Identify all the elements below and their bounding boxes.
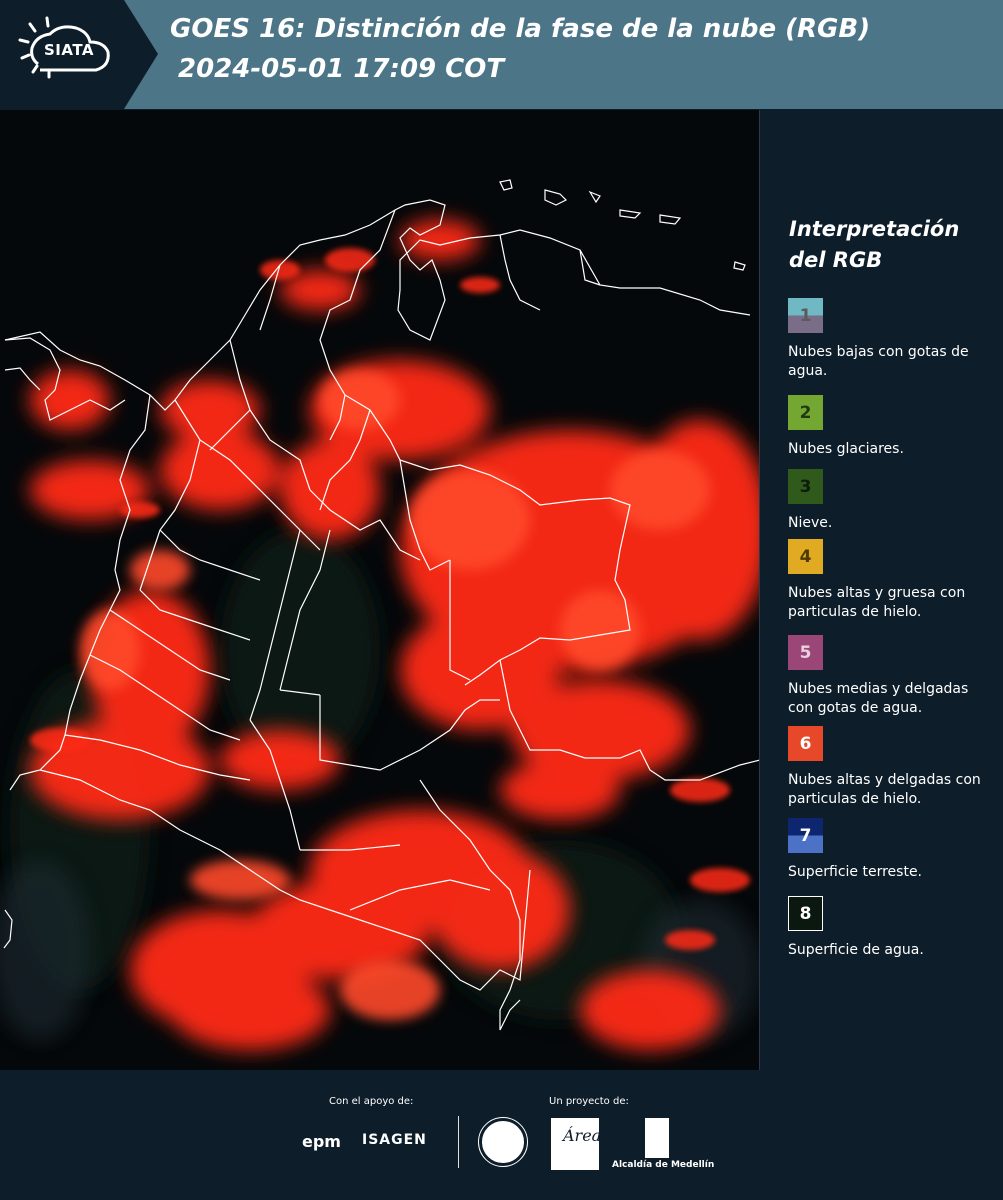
legend-label-4: Nubes altas y gruesa con particulas de h… — [788, 585, 966, 620]
satellite-image — [0, 110, 759, 1070]
legend-label-2: Nubes glaciares. — [788, 441, 904, 457]
legend-label-6: Nubes altas y delgadas con particulas de… — [788, 772, 981, 807]
support-label: Con el apoyo de: — [329, 1096, 414, 1107]
page-title: GOES 16: Distinción de la fase de la nub… — [170, 14, 871, 44]
legend-label-7: Superficie terreste. — [788, 864, 923, 880]
legend-label-1: Nubes bajas con gotas de agua. — [788, 344, 969, 379]
epm-logo: epm — [302, 1132, 341, 1151]
legend-title: Interpretación del RGB — [789, 217, 960, 272]
legend-swatch-8: 8 — [788, 896, 823, 931]
seal-logo — [478, 1117, 528, 1167]
project-label: Un proyecto de: — [549, 1096, 629, 1107]
legend-swatch-1: 1 — [788, 298, 823, 333]
footer-divider — [458, 1116, 459, 1168]
legend-label-5: Nubes medias y delgadas con gotas de agu… — [788, 681, 969, 716]
legend-swatch-7: 7 — [788, 818, 823, 853]
legend-panel: Interpretación del RGB 1 Nubes bajas con… — [760, 110, 1003, 1070]
legend-swatch-5: 5 — [788, 635, 823, 670]
area-metropolitana-logo: Área — [551, 1118, 601, 1170]
siata-logo: SIATA — [0, 0, 158, 109]
isagen-logo: ISAGEN — [362, 1132, 427, 1148]
medellin-label: Alcaldía de Medellín — [612, 1160, 715, 1170]
footer: Con el apoyo de: Un proyecto de: epm ISA… — [0, 1070, 1003, 1200]
legend-swatch-3: 3 — [788, 469, 823, 504]
legend-swatch-2: 2 — [788, 395, 823, 430]
logo-text: SIATA — [44, 41, 95, 59]
page-timestamp: 2024-05-01 17:09 COT — [178, 54, 505, 84]
legend-swatch-4: 4 — [788, 539, 823, 574]
header-bar: SIATA GOES 16: Distinción de la fase de … — [0, 0, 1003, 109]
legend-label-8: Superficie de agua. — [788, 942, 924, 958]
medellin-shield-icon — [645, 1118, 669, 1158]
legend-label-3: Nieve. — [788, 515, 833, 531]
satellite-map — [0, 110, 760, 1070]
legend-swatch-6: 6 — [788, 726, 823, 761]
